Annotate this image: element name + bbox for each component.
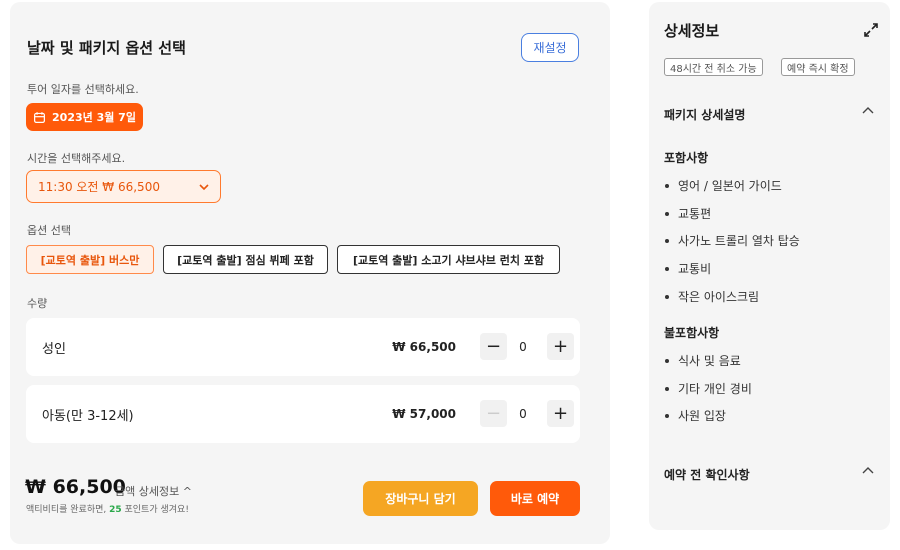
price-detail-toggle[interactable]: 금액 상세정보 ^ bbox=[115, 483, 192, 499]
option-label: 옵션 선택 bbox=[27, 224, 71, 237]
time-select[interactable]: 11:30 오전 ₩ 66,500 bbox=[26, 170, 221, 203]
excluded-header: 불포함사항 bbox=[664, 326, 720, 340]
date-value: 2023년 3월 7일 bbox=[52, 111, 136, 124]
included-header: 포함사항 bbox=[664, 151, 709, 165]
expand-icon[interactable] bbox=[863, 22, 879, 38]
reset-button[interactable]: 재설정 bbox=[521, 33, 579, 62]
chevron-down-icon bbox=[199, 183, 209, 190]
details-title: 상세정보 bbox=[664, 22, 720, 40]
time-value: 11:30 오전 ₩ 66,500 bbox=[38, 180, 160, 194]
quantity-label: 수량 bbox=[27, 297, 48, 310]
option-lunch-buffet[interactable]: [교토역 출발] 점심 뷔페 포함 bbox=[163, 245, 328, 274]
list-item: 기타 개인 경비 bbox=[665, 380, 752, 397]
ticket-price: ₩ 57,000 bbox=[392, 407, 456, 421]
increment-button[interactable]: + bbox=[547, 333, 574, 360]
option-bus-only[interactable]: [교토역 출발] 버스만 bbox=[26, 245, 154, 274]
option-shabu-lunch[interactable]: [교토역 출발] 소고기 샤브샤브 런치 포함 bbox=[337, 245, 560, 274]
calendar-icon bbox=[34, 111, 45, 123]
list-item: 교통비 bbox=[665, 260, 711, 277]
cancel-badge: 48시간 전 취소 가능 bbox=[664, 58, 763, 76]
ticket-name: 아동(만 3-12세) bbox=[42, 408, 134, 424]
details-panel: 상세정보 48시간 전 취소 가능 예약 즉시 확정 패키지 상세설명 포함사항… bbox=[649, 2, 890, 530]
add-to-cart-button[interactable]: 장바구니 담기 bbox=[363, 481, 478, 516]
list-item: 식사 및 음료 bbox=[665, 352, 741, 369]
package-section-header[interactable]: 패키지 상세설명 bbox=[664, 106, 745, 123]
quantity-value: 0 bbox=[519, 340, 527, 354]
notice-section-header[interactable]: 예약 전 확인사항 bbox=[664, 466, 750, 483]
list-item: 작은 아이스크림 bbox=[665, 288, 759, 305]
decrement-button[interactable]: − bbox=[480, 333, 507, 360]
date-picker-button[interactable]: 2023년 3월 7일 bbox=[26, 103, 143, 131]
instant-confirm-badge: 예약 즉시 확정 bbox=[781, 58, 855, 76]
booking-panel: 날짜 및 패키지 옵션 선택 재설정 투어 일자를 선택하세요. 2023년 3… bbox=[10, 2, 610, 544]
date-label: 투어 일자를 선택하세요. bbox=[27, 83, 139, 96]
quantity-row-adult: 성인 ₩ 66,500 − 0 + bbox=[26, 318, 580, 376]
list-item: 교통편 bbox=[665, 205, 711, 222]
points-value: 25 bbox=[109, 505, 122, 515]
quantity-row-child: 아동(만 3-12세) ₩ 57,000 − 0 + bbox=[26, 385, 580, 443]
time-label: 시간을 선택해주세요. bbox=[27, 152, 126, 165]
booking-title: 날짜 및 패키지 옵션 선택 bbox=[27, 39, 186, 57]
quantity-value: 0 bbox=[519, 407, 527, 421]
chevron-up-icon[interactable] bbox=[861, 464, 875, 478]
ticket-price: ₩ 66,500 bbox=[392, 340, 456, 354]
decrement-button[interactable]: − bbox=[480, 400, 507, 427]
chevron-up-icon[interactable] bbox=[861, 104, 875, 118]
list-item: 사원 입장 bbox=[665, 407, 726, 424]
points-notice: 액티비티를 완료하면, 25 포인트가 생겨요! bbox=[26, 505, 189, 515]
list-item: 사가노 트롤리 열차 탑승 bbox=[665, 232, 800, 249]
total-price: ₩ 66,500 bbox=[25, 476, 126, 498]
book-now-button[interactable]: 바로 예약 bbox=[490, 481, 580, 516]
increment-button[interactable]: + bbox=[547, 400, 574, 427]
list-item: 영어 / 일본어 가이드 bbox=[665, 177, 782, 194]
ticket-name: 성인 bbox=[42, 341, 66, 357]
